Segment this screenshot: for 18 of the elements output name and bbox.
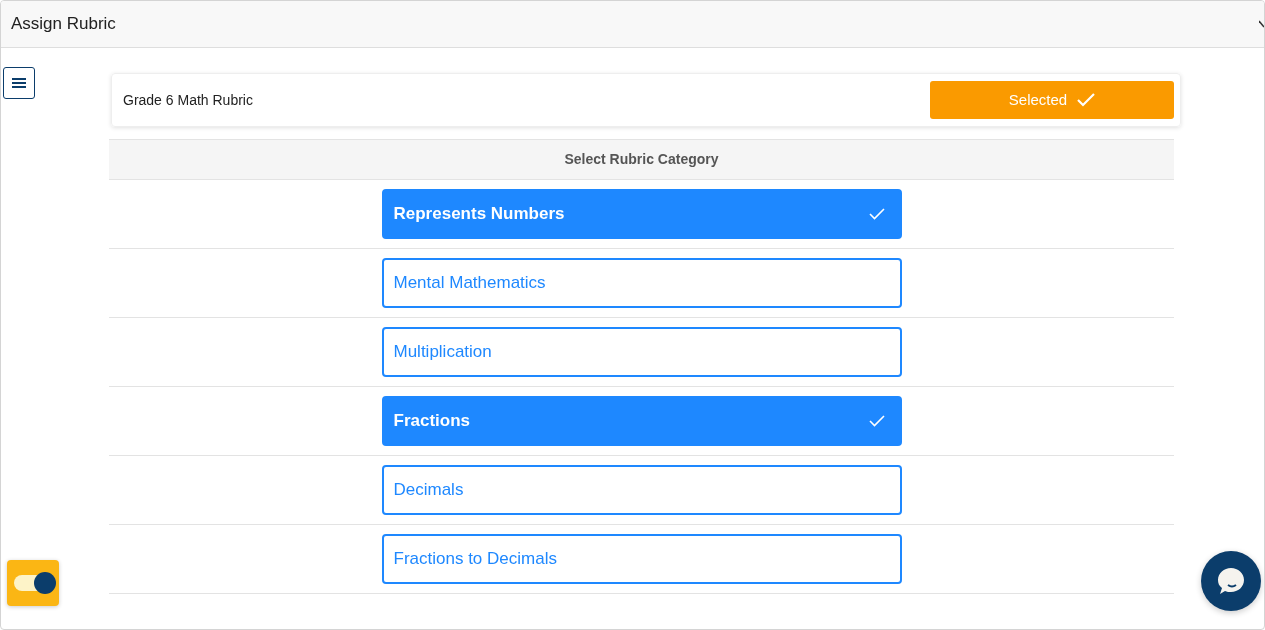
category-button[interactable]: Multiplication [381, 327, 902, 377]
check-icon [868, 208, 885, 220]
category-button[interactable]: Mental Mathematics [381, 258, 902, 308]
category-button[interactable]: Decimals [381, 465, 902, 515]
menu-button[interactable] [3, 67, 35, 99]
rubric-name: Grade 6 Math Rubric [123, 90, 253, 110]
selected-button[interactable]: Selected [930, 81, 1174, 119]
chat-bubble-icon [1216, 566, 1246, 596]
check-icon [868, 415, 885, 427]
check-icon [1077, 93, 1096, 107]
category-button[interactable]: Represents Numbers [381, 189, 902, 239]
chat-button[interactable] [1201, 551, 1261, 611]
window-title: Assign Rubric [11, 13, 116, 36]
table-header: Select Rubric Category [109, 139, 1174, 180]
menu-icon [11, 77, 27, 89]
category-button[interactable]: Fractions to Decimals [381, 534, 902, 584]
toggle-switch[interactable] [7, 560, 59, 606]
category-button[interactable]: Fractions [381, 396, 902, 446]
